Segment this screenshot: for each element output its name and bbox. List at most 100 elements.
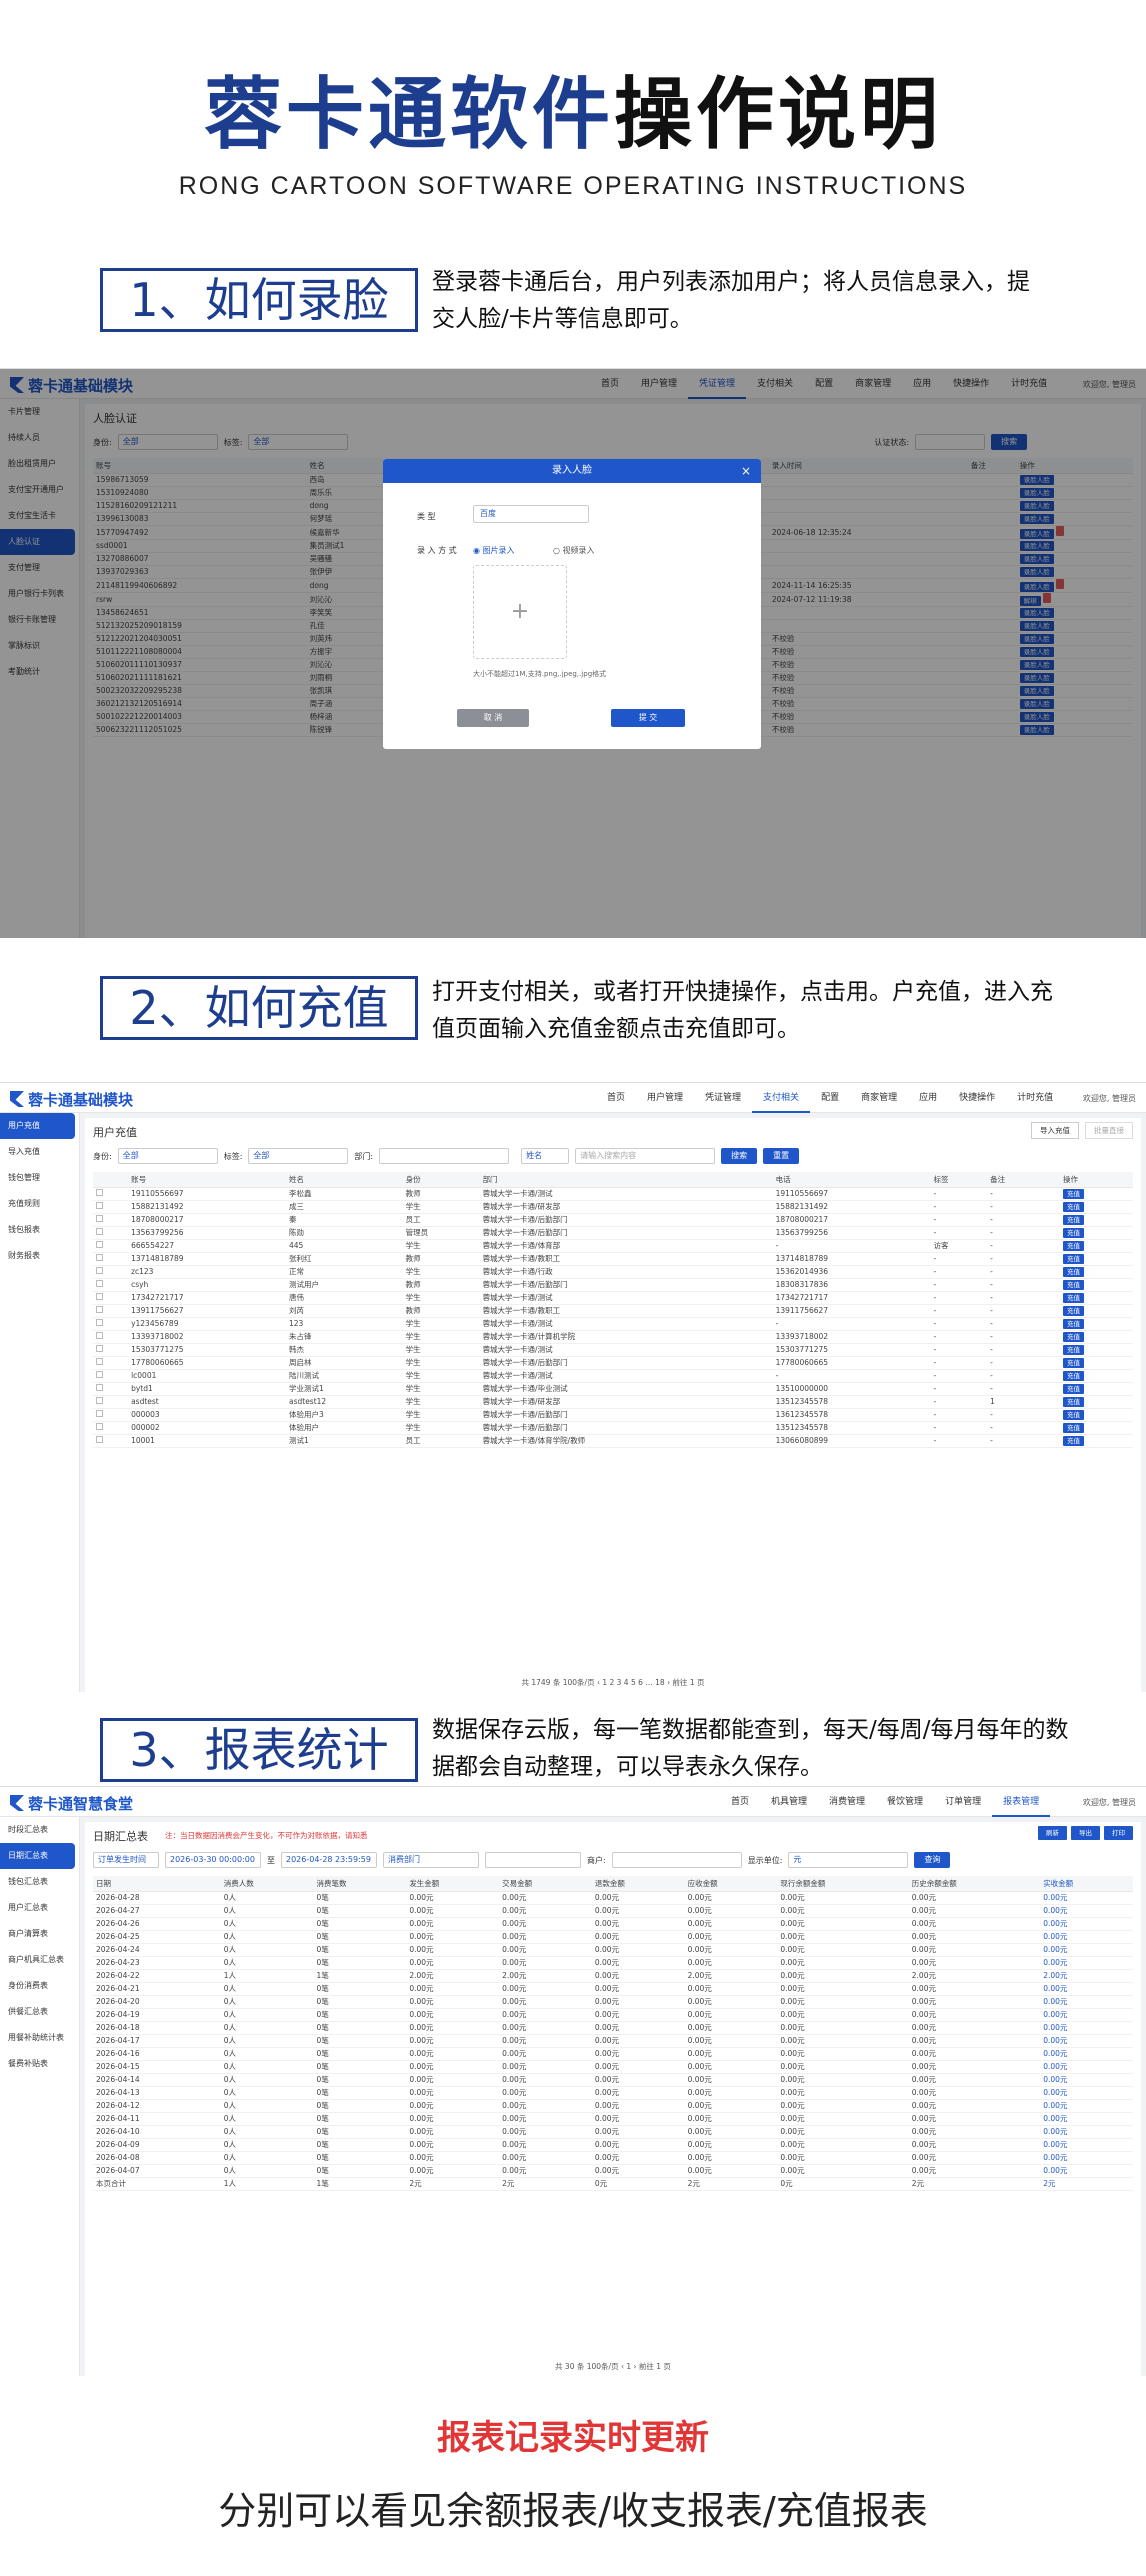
nav-item[interactable]: 支付相关 xyxy=(752,1083,811,1113)
sidebar-item[interactable]: 供餐汇总表 xyxy=(0,1999,79,2025)
refresh-button[interactable]: 刷新 xyxy=(1038,1826,1067,1840)
import-recharge-button[interactable]: 导入充值 xyxy=(1031,1122,1079,1139)
row-checkbox[interactable] xyxy=(93,1395,129,1409)
recharge-button[interactable]: 充值 xyxy=(1063,1370,1085,1381)
identity-select[interactable]: 全部 xyxy=(117,1148,218,1164)
row-checkbox[interactable] xyxy=(93,1317,129,1331)
query-button[interactable]: 查询 xyxy=(914,1852,951,1868)
sidebar-item[interactable]: 餐费补贴表 xyxy=(0,2051,79,2077)
merchant-select[interactable] xyxy=(611,1852,742,1868)
recharge-button[interactable]: 充值 xyxy=(1063,1188,1085,1199)
nav-item[interactable]: 商家管理 xyxy=(850,1083,908,1113)
end-date-input[interactable]: 2026-04-28 23:59:59 xyxy=(281,1852,377,1868)
nav-item[interactable]: 首页 xyxy=(720,1787,760,1817)
dept-select[interactable] xyxy=(379,1148,510,1164)
row-checkbox[interactable] xyxy=(93,1291,129,1305)
sidebar-item[interactable]: 充值规则 xyxy=(0,1191,79,1217)
row-checkbox[interactable] xyxy=(93,1187,129,1201)
sidebar-item[interactable]: 用户汇总表 xyxy=(0,1895,79,1921)
print-button[interactable]: 打印 xyxy=(1104,1826,1133,1840)
recharge-button[interactable]: 充值 xyxy=(1063,1422,1085,1433)
row-checkbox[interactable] xyxy=(93,1200,129,1214)
recharge-button[interactable]: 充值 xyxy=(1063,1253,1085,1264)
sidebar-item[interactable]: 钱包管理 xyxy=(0,1165,79,1191)
nav-item[interactable]: 餐饮管理 xyxy=(876,1787,934,1817)
upload-area[interactable]: + xyxy=(473,565,567,659)
dept-input[interactable] xyxy=(485,1852,581,1868)
nav-item[interactable]: 机具管理 xyxy=(760,1787,818,1817)
recharge-button[interactable]: 充值 xyxy=(1063,1357,1085,1368)
nav-item[interactable]: 报表管理 xyxy=(992,1787,1051,1817)
user-greeting[interactable]: 欢迎您, 管理员 xyxy=(1083,1093,1136,1104)
nav-item[interactable]: 计时充值 xyxy=(1006,1083,1064,1113)
dept-select[interactable]: 消费部门 xyxy=(383,1852,479,1868)
pagination[interactable]: 共 30 条 100条/页 ‹ 1 › 前往 1 页 xyxy=(85,2361,1141,2372)
nav-item[interactable]: 配置 xyxy=(810,1083,850,1113)
type-select[interactable]: 百度 xyxy=(473,505,589,523)
recharge-button[interactable]: 充值 xyxy=(1063,1214,1085,1225)
row-checkbox[interactable] xyxy=(93,1226,129,1240)
nav-item[interactable]: 应用 xyxy=(908,1083,948,1113)
radio-image-entry[interactable]: ◉ 图片录入 xyxy=(473,545,515,556)
recharge-button[interactable]: 充值 xyxy=(1063,1266,1085,1277)
row-checkbox[interactable] xyxy=(93,1434,129,1448)
recharge-button[interactable]: 充值 xyxy=(1063,1279,1085,1290)
recharge-button[interactable]: 充值 xyxy=(1063,1227,1085,1238)
submit-button[interactable]: 提 交 xyxy=(611,709,685,727)
reset-button[interactable]: 重置 xyxy=(763,1148,800,1164)
start-date-input[interactable]: 2026-03-30 00:00:00 xyxy=(165,1852,261,1868)
search-button[interactable]: 搜索 xyxy=(721,1148,758,1164)
sidebar-item[interactable]: 钱包报表 xyxy=(0,1217,79,1243)
sidebar-item[interactable]: 日期汇总表 xyxy=(0,1843,75,1869)
recharge-button[interactable]: 充值 xyxy=(1063,1240,1085,1251)
radio-video-entry[interactable]: ○ 视频录入 xyxy=(553,545,595,556)
nav-item[interactable]: 首页 xyxy=(596,1083,636,1113)
pagination[interactable]: 共 1749 条 100条/页 ‹ 1 2 3 4 5 6 … 18 › 前往 … xyxy=(85,1677,1141,1688)
recharge-button[interactable]: 充值 xyxy=(1063,1344,1085,1355)
sidebar-item[interactable]: 商户机具汇总表 xyxy=(0,1947,79,1973)
row-checkbox[interactable] xyxy=(93,1304,129,1318)
recharge-button[interactable]: 充值 xyxy=(1063,1383,1085,1394)
recharge-button[interactable]: 充值 xyxy=(1063,1305,1085,1316)
recharge-button[interactable]: 充值 xyxy=(1063,1201,1085,1212)
sidebar-item[interactable]: 商户清算表 xyxy=(0,1921,79,1947)
row-checkbox[interactable] xyxy=(93,1330,129,1344)
time-type-select[interactable]: 订单发生时间 xyxy=(93,1852,159,1868)
sidebar-item[interactable]: 用户充值 xyxy=(0,1113,75,1139)
row-checkbox[interactable] xyxy=(93,1369,129,1383)
recharge-button[interactable]: 充值 xyxy=(1063,1435,1085,1446)
row-checkbox[interactable] xyxy=(93,1356,129,1370)
row-checkbox[interactable] xyxy=(93,1213,129,1227)
sidebar-item[interactable]: 钱包汇总表 xyxy=(0,1869,79,1895)
recharge-button[interactable]: 充值 xyxy=(1063,1318,1085,1329)
row-checkbox[interactable] xyxy=(93,1382,129,1396)
sidebar-item[interactable]: 用餐补助统计表 xyxy=(0,2025,79,2051)
cancel-button[interactable]: 取 消 xyxy=(457,709,529,727)
row-checkbox[interactable] xyxy=(93,1239,129,1253)
sidebar-item[interactable]: 财务报表 xyxy=(0,1243,79,1269)
row-checkbox[interactable] xyxy=(93,1252,129,1266)
recharge-button[interactable]: 充值 xyxy=(1063,1292,1085,1303)
sidebar-item[interactable]: 时段汇总表 xyxy=(0,1817,79,1843)
batch-direct-button[interactable]: 批量直接 xyxy=(1085,1122,1133,1139)
field-select[interactable]: 姓名 xyxy=(521,1148,570,1164)
nav-item[interactable]: 凭证管理 xyxy=(694,1083,752,1113)
unit-select[interactable]: 元 xyxy=(788,1852,909,1868)
tag-select[interactable]: 全部 xyxy=(248,1148,349,1164)
recharge-button[interactable]: 充值 xyxy=(1063,1409,1085,1420)
nav-item[interactable]: 消费管理 xyxy=(818,1787,876,1817)
row-checkbox[interactable] xyxy=(93,1343,129,1357)
close-icon[interactable]: × xyxy=(741,459,751,483)
search-input[interactable]: 请输入搜索内容 xyxy=(575,1148,716,1164)
nav-item[interactable]: 快捷操作 xyxy=(948,1083,1006,1113)
row-checkbox[interactable] xyxy=(93,1278,129,1292)
nav-item[interactable]: 用户管理 xyxy=(636,1083,694,1113)
user-greeting[interactable]: 欢迎您, 管理员 xyxy=(1083,1797,1136,1808)
export-button[interactable]: 导出 xyxy=(1071,1826,1100,1840)
row-checkbox[interactable] xyxy=(93,1265,129,1279)
recharge-button[interactable]: 充值 xyxy=(1063,1331,1085,1342)
nav-item[interactable]: 订单管理 xyxy=(934,1787,992,1817)
sidebar-item[interactable]: 身份消费表 xyxy=(0,1973,79,1999)
row-checkbox[interactable] xyxy=(93,1421,129,1435)
recharge-button[interactable]: 充值 xyxy=(1063,1396,1085,1407)
